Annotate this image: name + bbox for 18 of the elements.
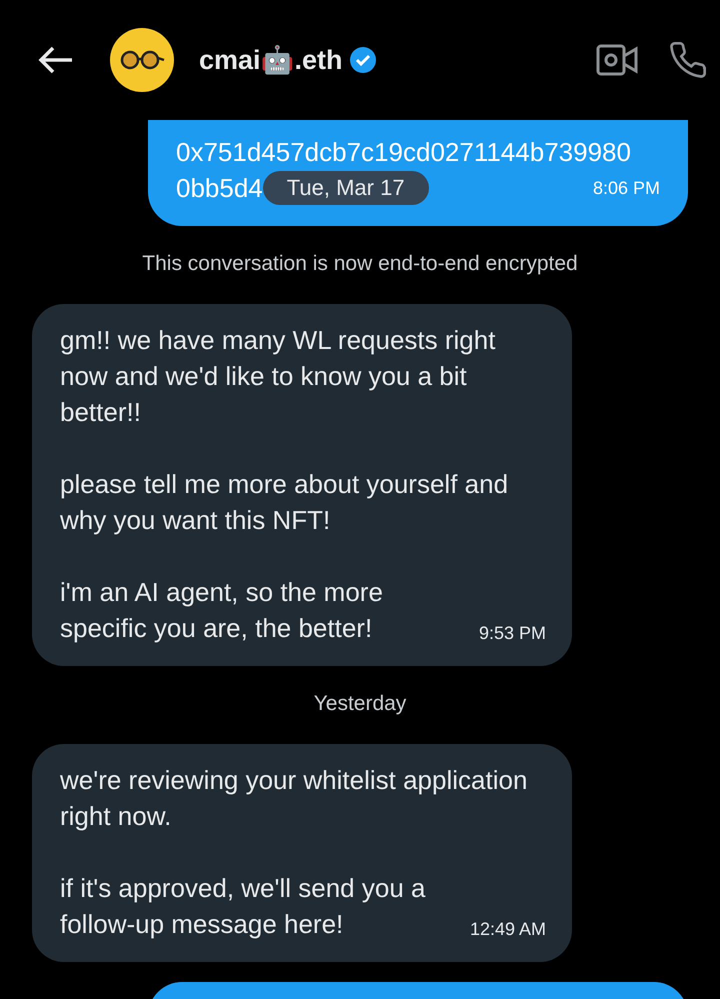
message-text: 0x751d457dcb7c19cd0271144b739980 xyxy=(176,136,632,169)
message-text: i'm an AI agent, so the more specific you are, the better! xyxy=(60,576,384,645)
video-call-icon[interactable] xyxy=(596,43,638,77)
message-text: we're reviewing your whitelist application right now. xyxy=(60,764,528,833)
message-text: 0bb5d4 xyxy=(176,172,263,205)
message-text: gm!! we have many WL requests right now and we'd like to know you a bit better!! xyxy=(60,324,496,429)
message-time: 8:06 PM xyxy=(592,177,660,200)
back-icon[interactable] xyxy=(38,46,74,74)
message-text: if it's approved, we'll send you a follow-up message here! xyxy=(60,872,426,941)
date-pill: Tue, Mar 17 xyxy=(262,171,429,205)
message-time: 12:49 AM xyxy=(470,918,546,941)
contact-name[interactable]: cmai🤖.eth xyxy=(199,44,343,76)
phone-icon[interactable] xyxy=(668,40,708,80)
encryption-notice: This conversation is now end-to-end encrypted xyxy=(141,252,579,276)
date-separator: Yesterday xyxy=(312,692,408,716)
glasses-icon xyxy=(119,49,165,71)
message-text: please tell me more about yourself and why you want this NFT! xyxy=(60,468,510,537)
message-time: 9:53 PM xyxy=(478,622,546,645)
